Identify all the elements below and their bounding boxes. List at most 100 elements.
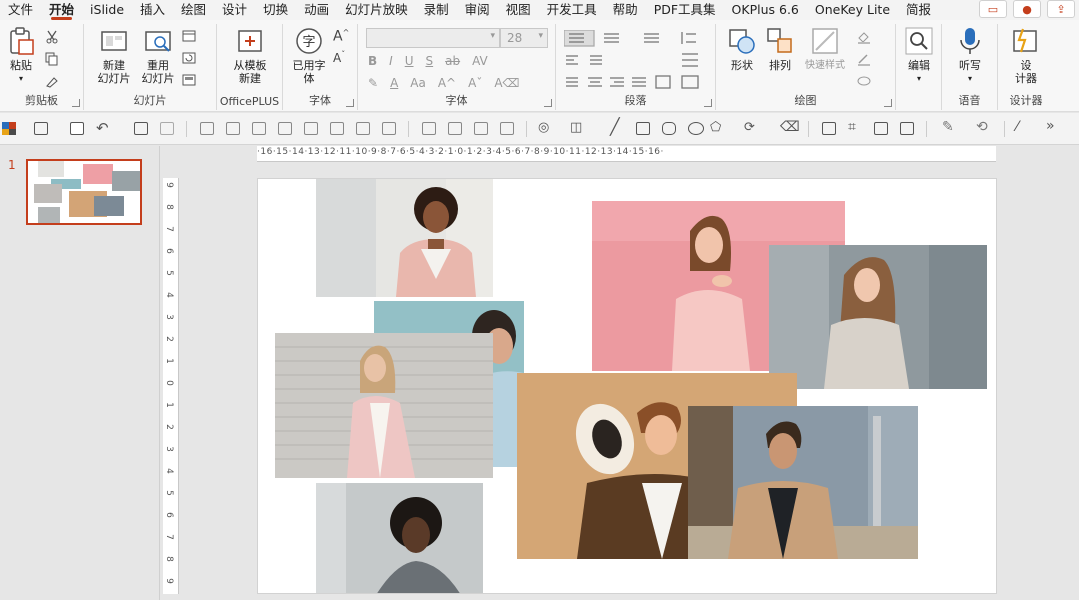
more-options-icon[interactable]: » xyxy=(1046,118,1055,134)
rounded-rectangle-icon[interactable] xyxy=(662,122,676,135)
reuse-slides-button[interactable]: 重用 幻灯片 xyxy=(138,26,178,85)
color-grid-icon[interactable] xyxy=(2,122,16,135)
send-backward-icon[interactable] xyxy=(448,122,462,135)
align-top-icon[interactable] xyxy=(226,122,240,135)
tab-transitions[interactable]: 切换 xyxy=(255,0,296,20)
undo-icon[interactable]: ↶ xyxy=(96,119,109,137)
italic-icon[interactable]: I xyxy=(389,54,393,68)
cut-icon[interactable] xyxy=(44,30,60,44)
tab-file[interactable]: 文件 xyxy=(0,0,41,20)
copy-icon[interactable] xyxy=(44,52,60,66)
bold-icon[interactable]: B xyxy=(368,54,377,68)
tab-design[interactable]: 设计 xyxy=(214,0,255,20)
history-icon[interactable]: ⟲ xyxy=(976,119,988,135)
tab-insert[interactable]: 插入 xyxy=(132,0,173,20)
font-size-select[interactable]: 28 ▾ xyxy=(500,28,548,48)
paste-button[interactable]: 粘贴 ▾ xyxy=(6,26,36,85)
font-launcher-icon[interactable] xyxy=(544,99,552,107)
bring-forward-icon[interactable] xyxy=(422,122,436,135)
group-icon[interactable] xyxy=(474,122,488,135)
tab-draw[interactable]: 绘图 xyxy=(173,0,214,20)
tab-pdf-tools[interactable]: PDF工具集 xyxy=(646,0,724,20)
merge-shapes-icon[interactable]: ◎ xyxy=(538,120,549,135)
tab-animations[interactable]: 动画 xyxy=(296,0,337,20)
arrange-button[interactable]: 排列 xyxy=(762,26,798,72)
designer-button[interactable]: 设 计器 xyxy=(1008,26,1044,85)
present-icon[interactable] xyxy=(134,122,148,135)
distribute-horizontal-icon[interactable] xyxy=(356,122,370,135)
dictate-button[interactable]: 听写 ▾ xyxy=(952,26,988,85)
increase-font-icon[interactable]: A^ xyxy=(333,28,349,45)
shrink-font-icon[interactable]: Aˇ xyxy=(468,76,482,90)
tab-okplus[interactable]: OKPlus 6.6 xyxy=(724,0,807,20)
crop-icon[interactable]: ⌗ xyxy=(848,119,856,135)
compress-picture-icon[interactable] xyxy=(900,122,914,135)
underline-icon[interactable]: U xyxy=(405,54,414,68)
new-file-icon[interactable] xyxy=(34,122,48,135)
ungroup-icon[interactable] xyxy=(500,122,514,135)
shape-fill-icon[interactable]: ◫ xyxy=(570,120,582,135)
close-window-icon[interactable] xyxy=(160,122,174,135)
comments-button[interactable]: ▭ xyxy=(979,0,1007,18)
new-from-template-button[interactable]: 从模板 新建 xyxy=(229,26,271,85)
used-fonts-launcher-icon[interactable] xyxy=(346,99,354,107)
slide-thumbnail[interactable] xyxy=(26,159,142,225)
section-icon[interactable] xyxy=(182,74,198,88)
clipboard-launcher-icon[interactable] xyxy=(72,99,80,107)
rotate-icon[interactable]: ⟳ xyxy=(744,120,755,135)
decrease-font-icon[interactable]: Aˇ xyxy=(333,50,345,65)
photo-woman-curly-hair[interactable] xyxy=(316,179,493,297)
shape-outline-icon[interactable]: ⬠ xyxy=(710,120,721,135)
format-painter-icon[interactable] xyxy=(44,74,60,88)
distribute-vertical-icon[interactable] xyxy=(382,122,396,135)
slide[interactable] xyxy=(257,178,997,594)
align-left-icon[interactable] xyxy=(200,122,214,135)
align-bottom-icon[interactable] xyxy=(330,122,344,135)
tab-briefing[interactable]: 简报 xyxy=(898,0,939,20)
picture-icon[interactable] xyxy=(822,122,836,135)
tab-onekey-lite[interactable]: OneKey Lite xyxy=(807,0,898,20)
picture-format-icon[interactable] xyxy=(874,122,888,135)
drawing-launcher-icon[interactable] xyxy=(884,99,892,107)
font-name-select[interactable]: ▾ xyxy=(366,28,500,48)
tab-developer[interactable]: 开发工具 xyxy=(539,0,605,20)
new-slide-button[interactable]: 新建 幻灯片 xyxy=(90,26,138,85)
record-button[interactable]: ● xyxy=(1013,0,1041,18)
align-right-icon[interactable] xyxy=(278,122,292,135)
rectangle-icon[interactable] xyxy=(636,122,650,135)
align-center-icon[interactable] xyxy=(252,122,266,135)
photo-woman-sweater-outdoors[interactable] xyxy=(769,245,987,389)
annotate-icon[interactable]: ✎ xyxy=(942,119,954,135)
photo-woman-portrait-grey[interactable] xyxy=(316,483,483,593)
share-button[interactable]: ⇪ xyxy=(1047,0,1075,18)
shape-fill-icon[interactable] xyxy=(856,30,872,44)
highlight-icon[interactable]: ✎ xyxy=(368,76,378,90)
clear-formatting-icon[interactable]: A⌫ xyxy=(494,76,519,90)
tab-slideshow[interactable]: 幻灯片放映 xyxy=(337,0,416,20)
tab-view[interactable]: 视图 xyxy=(498,0,539,20)
shapes-button[interactable]: 形状 xyxy=(724,26,760,72)
tab-record[interactable]: 录制 xyxy=(416,0,457,20)
layout-icon[interactable] xyxy=(182,30,198,44)
shape-outline-icon[interactable] xyxy=(856,52,872,66)
photo-man-coat-street[interactable] xyxy=(688,406,918,559)
character-spacing-icon[interactable]: AV xyxy=(472,54,488,68)
paragraph-launcher-icon[interactable] xyxy=(704,99,712,107)
paragraph-controls-icon[interactable] xyxy=(564,30,710,94)
used-fonts-button[interactable]: 字 已用字 体 xyxy=(291,26,327,85)
reset-icon[interactable] xyxy=(182,52,198,66)
font-color-icon[interactable]: A xyxy=(390,76,398,90)
tab-help[interactable]: 帮助 xyxy=(605,0,646,20)
photo-blonde-woman-brick-wall[interactable] xyxy=(275,333,493,478)
save-icon[interactable] xyxy=(70,122,84,135)
eyedropper-icon[interactable]: ⁄ xyxy=(1016,119,1018,135)
align-middle-icon[interactable] xyxy=(304,122,318,135)
shadow-icon[interactable]: S xyxy=(426,54,434,68)
eraser-icon[interactable]: ⌫ xyxy=(780,119,800,135)
tab-islide[interactable]: iSlide xyxy=(82,0,132,20)
tab-review[interactable]: 审阅 xyxy=(457,0,498,20)
strikethrough-icon[interactable]: ab xyxy=(445,54,460,68)
oval-icon[interactable] xyxy=(688,122,704,135)
change-case-icon[interactable]: Aa xyxy=(410,76,426,90)
tab-home[interactable]: 开始 xyxy=(41,0,82,20)
